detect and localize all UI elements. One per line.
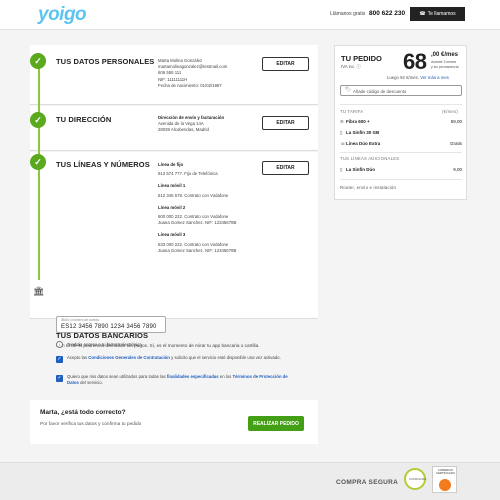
iban-label: IBAN o número de cuenta (61, 318, 99, 322)
footer: COMPRA SEGURA CONFIANZA COMERCIO CERTIFI… (0, 462, 500, 500)
extra-lines-label: TUS LÍNEAS ADICIONALES (340, 156, 400, 161)
iban-value: ES12 3456 7890 1234 3456 7890 (61, 323, 157, 330)
progress-line (38, 60, 40, 280)
secure-purchase-label: COMPRA SEGURA (336, 479, 399, 486)
trust-seal[interactable]: CONFIANZA (404, 468, 426, 490)
price-note-1: durante 3 meses (431, 60, 457, 64)
call-me-button[interactable]: ☎ Te llamamos (410, 7, 465, 21)
order-item-name: La Sinfín 30 GB (346, 130, 380, 135)
mobile1-label: Línea móvil 1 (158, 183, 186, 189)
price-note: durante 3 meses y sin permanencia (431, 60, 459, 69)
address-line2: 28039 Alcobendas, Madrid (158, 127, 209, 133)
order-item-name: Línea Dúo Extra (346, 141, 381, 146)
lines-title: TUS LÍNEAS Y NÚMEROS (56, 160, 150, 169)
order-item: ≋ Fibra 600 + 59,00 (340, 119, 462, 125)
terms-text-post: y solicito que el servicio esté disponib… (169, 355, 281, 360)
mobile3-label: Línea móvil 3 (158, 232, 186, 238)
personal-data-section: TUS DATOS PERSONALES Marta Molina Gonzál… (30, 45, 318, 105)
confirm-question: Marta, ¿está todo correcto? (40, 409, 126, 416)
purposes-link[interactable]: finalidades especificadas (167, 374, 219, 379)
fixed-line-value: 913 574 777. Fijo de Telefónica (158, 171, 218, 177)
call-number[interactable]: 800 622 230 (369, 10, 405, 17)
order-iva: IVA inc. ⓘ (341, 64, 361, 70)
rate-unit: (€/mes) (442, 109, 458, 114)
personal-data-title: TUS DATOS PERSONALES (56, 57, 155, 66)
order-item-price: 59,00 (450, 119, 462, 124)
terms-text: Acepto las Condiciones Generales de Cont… (67, 355, 297, 361)
address-section: TU DIRECCIÓN Dirección de envío y factur… (30, 106, 318, 151)
divider (340, 104, 462, 105)
shipping-label: Router, envío e instalación (340, 185, 397, 190)
check-icon: ✓ (30, 112, 46, 128)
address-title: TU DIRECCIÓN (56, 115, 112, 124)
invoice-note: Tendrás acceso a tu factura electrónica (67, 342, 142, 347)
privacy-text-mid: en los (218, 374, 233, 379)
order-item: ▯ La Sinfín 30 GB (340, 130, 462, 136)
check-icon: ✓ (30, 154, 46, 170)
privacy-text-post: del servicio. (78, 380, 103, 385)
price-integer: 68 (403, 49, 427, 74)
order-item-price: 9,00 (453, 167, 462, 172)
order-item: ☏Línea Dúo Extra Gratis (340, 141, 462, 147)
mobile3-value: 633 000 222. Contrato con Vodafone (158, 241, 229, 247)
iva-label: IVA inc. (341, 64, 356, 69)
mobile3-owner: Juana Gomez Sanchez. NIF: 12345678B (158, 247, 237, 253)
trust-seal-text: CONFIANZA (409, 477, 427, 481)
header: yoigo Llámanos gratis 800 622 230 ☎ Te l… (0, 0, 500, 30)
lines-section: TUS LÍNEAS Y NÚMEROS Línea de fijo 913 5… (30, 152, 318, 319)
order-item-name: La Sinfín Dúo (346, 167, 375, 172)
terms-checkbox[interactable]: ✓ (56, 356, 63, 363)
mobile2-owner: Juana Gomez Sanchez. NIF: 12345678B (158, 220, 237, 226)
tag-icon: 🏷 (345, 87, 352, 93)
terms-text-pre: Acepto las (67, 355, 89, 360)
order-title: TU PEDIDO (341, 54, 382, 63)
certified-seal[interactable]: COMERCIO CERTIFICADO (432, 466, 457, 493)
price-note-2: y sin permanencia (431, 64, 459, 69)
edit-personal-button[interactable]: EDITAR (262, 57, 309, 71)
price-cents: ,00 €/mes (431, 52, 459, 58)
mobile1-value: 612 345 678. Contrato con Vodafone (158, 192, 229, 198)
iban-input[interactable]: IBAN o número de cuenta ES12 3456 7890 1… (56, 316, 166, 333)
call-me-label: Te llamamos (427, 11, 456, 17)
yoigo-logo[interactable]: yoigo (38, 4, 87, 26)
phone-icon: ☎ (419, 11, 426, 17)
call-label: Llámanos gratis (330, 11, 366, 17)
divider (340, 152, 462, 153)
price-later-text: Luego 92 €/mes. (387, 75, 421, 80)
address-label: Dirección de envío y facturación (158, 115, 225, 120)
check-icon: ✓ (30, 53, 46, 69)
discount-label: Añade código de descuento (353, 88, 407, 94)
privacy-text-pre: Quiero que mis datos sean utilizados par… (67, 374, 167, 379)
order-item-price: Gratis (449, 141, 462, 146)
discount-code-button[interactable]: 🏷 Añade código de descuento (340, 85, 462, 96)
rate-label: TU TARIFA (340, 109, 364, 114)
confirm-card: Marta, ¿está todo correcto? Por favor ve… (30, 400, 318, 444)
privacy-checkbox[interactable]: ✓ (56, 375, 63, 382)
order-item-name: Fibra 600 + (346, 119, 370, 124)
info-icon: ⓘ (356, 64, 361, 69)
terms-link[interactable]: Condiciones Generales de Contratación (88, 355, 170, 360)
edit-lines-button[interactable]: EDITAR (262, 161, 309, 175)
fixed-line-label: Línea de fijo (158, 162, 184, 167)
order-summary: TU PEDIDO IVA inc. ⓘ 68 ,00 €/mes durant… (334, 45, 467, 200)
bank-icon: 🏛 (33, 286, 45, 296)
certified-seal-text: COMERCIO CERTIFICADO (436, 468, 455, 475)
certified-seal-logo (439, 479, 451, 491)
privacy-text: Quiero que mis datos sean utilizados par… (67, 374, 297, 386)
confirm-sub: Por favor verifica tus datos y confirma … (40, 422, 142, 427)
edit-address-button[interactable]: EDITAR (262, 116, 309, 130)
mobile2-label: Línea móvil 2 (158, 204, 186, 210)
order-item: ▯ La Sinfín Dúo 9,00 (340, 167, 462, 173)
divider (340, 179, 462, 180)
price-later: Luego 92 €/mes. Ver más a mes (387, 75, 449, 80)
info-icon: i (56, 341, 63, 348)
personal-birth: Fecha de nacimiento: 01/02/1987 (158, 82, 222, 88)
place-order-button[interactable]: REALIZAR PEDIDO (248, 416, 304, 431)
see-more-link[interactable]: Ver más a mes (420, 75, 449, 80)
